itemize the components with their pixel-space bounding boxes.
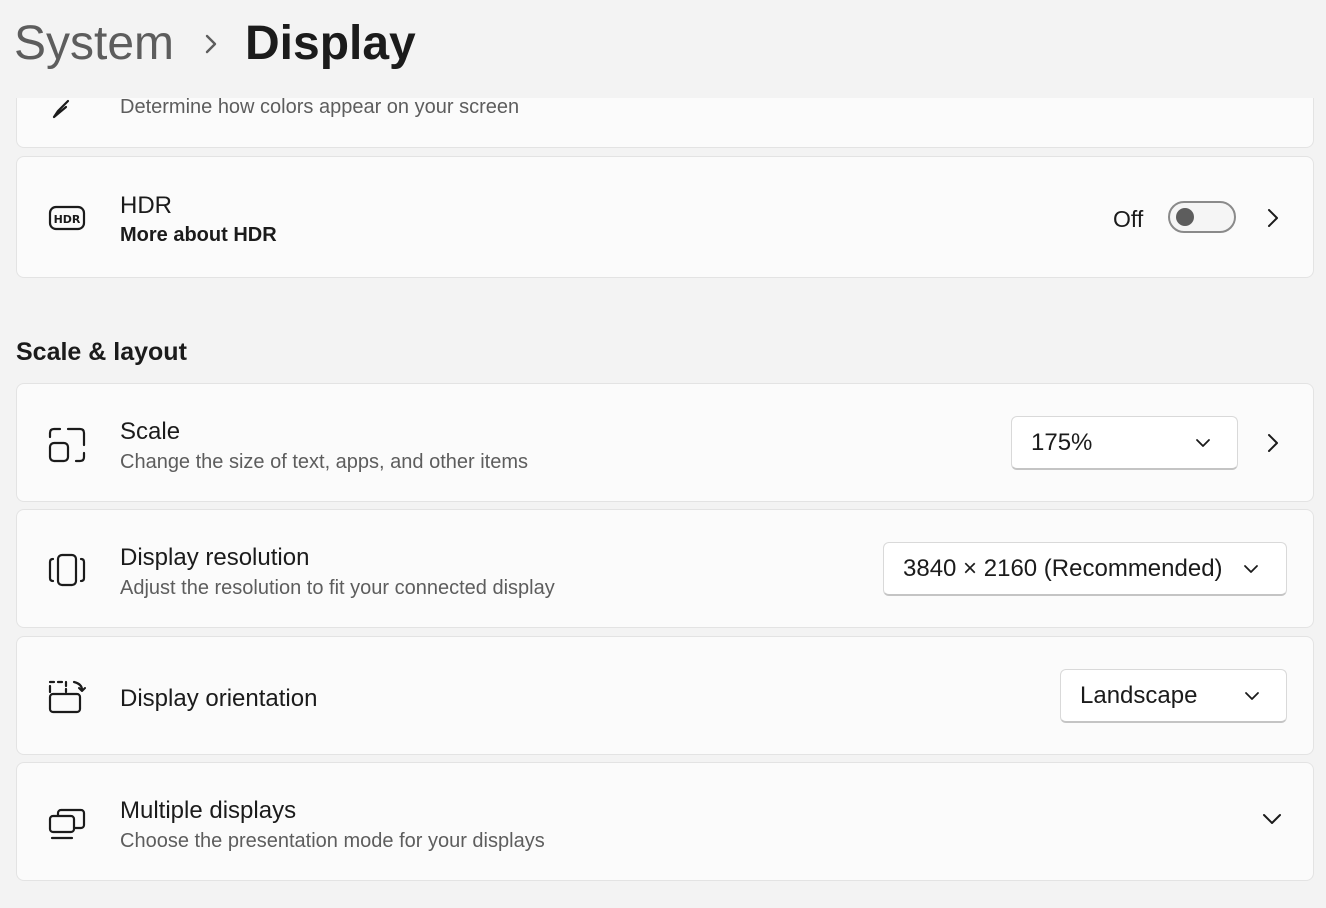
chevron-down-icon	[1244, 565, 1258, 573]
chevron-down-icon	[1245, 692, 1259, 700]
scale-dropdown-value: 175%	[1031, 429, 1093, 456]
scale-card[interactable]: Scale Change the size of text, apps, and…	[16, 383, 1314, 502]
resolution-icon	[48, 553, 86, 587]
chevron-down-icon[interactable]	[1260, 811, 1284, 827]
resolution-dropdown-value: 3840 × 2160 (Recommended)	[903, 555, 1223, 582]
resolution-description: Adjust the resolution to fit your connec…	[120, 577, 555, 599]
resolution-dropdown[interactable]: 3840 × 2160 (Recommended)	[883, 542, 1287, 596]
resolution-title: Display resolution	[120, 544, 310, 571]
hdr-more-link[interactable]: More about HDR	[120, 224, 277, 247]
breadcrumb-parent[interactable]: System	[14, 14, 174, 74]
multiple-displays-icon	[48, 808, 86, 840]
hdr-toggle-label: Off	[1113, 206, 1144, 232]
orientation-dropdown-value: Landscape	[1080, 682, 1198, 709]
page-title: Display	[245, 17, 416, 70]
resolution-card: Display resolution Adjust the resolution…	[16, 509, 1314, 628]
chevron-down-icon	[1196, 439, 1210, 447]
chevron-right-icon[interactable]	[1265, 431, 1281, 455]
hdr-title: HDR	[120, 192, 172, 219]
multiple-displays-card[interactable]: Multiple displays Choose the presentatio…	[16, 762, 1314, 881]
scale-description: Change the size of text, apps, and other…	[120, 451, 529, 473]
section-heading-scale-layout: Scale & layout	[16, 338, 187, 366]
color-profile-description: Determine how colors appear on your scre…	[120, 96, 520, 118]
multiple-displays-description: Choose the presentation mode for your di…	[120, 830, 545, 852]
toggle-knob	[1176, 208, 1194, 226]
scale-title: Scale	[120, 418, 181, 445]
orientation-dropdown[interactable]: Landscape	[1060, 669, 1287, 723]
orientation-card: Display orientation Landscape	[16, 636, 1314, 755]
scale-dropdown[interactable]: 175%	[1011, 416, 1238, 470]
chevron-right-icon[interactable]	[1265, 206, 1281, 230]
hdr-toggle[interactable]	[1168, 201, 1236, 233]
svg-text:HDR: HDR	[54, 213, 81, 226]
settings-page: Determine how colors appear on your scre…	[0, 0, 1326, 908]
hdr-icon: HDR	[48, 205, 86, 231]
orientation-title: Display orientation	[120, 685, 318, 712]
hdr-card[interactable]: HDR HDR More about HDR Off	[16, 156, 1314, 278]
multiple-displays-title: Multiple displays	[120, 797, 297, 824]
scale-icon	[48, 427, 86, 463]
header: System Display	[0, 0, 1326, 98]
chevron-right-icon	[205, 34, 217, 54]
orientation-icon	[48, 680, 86, 714]
